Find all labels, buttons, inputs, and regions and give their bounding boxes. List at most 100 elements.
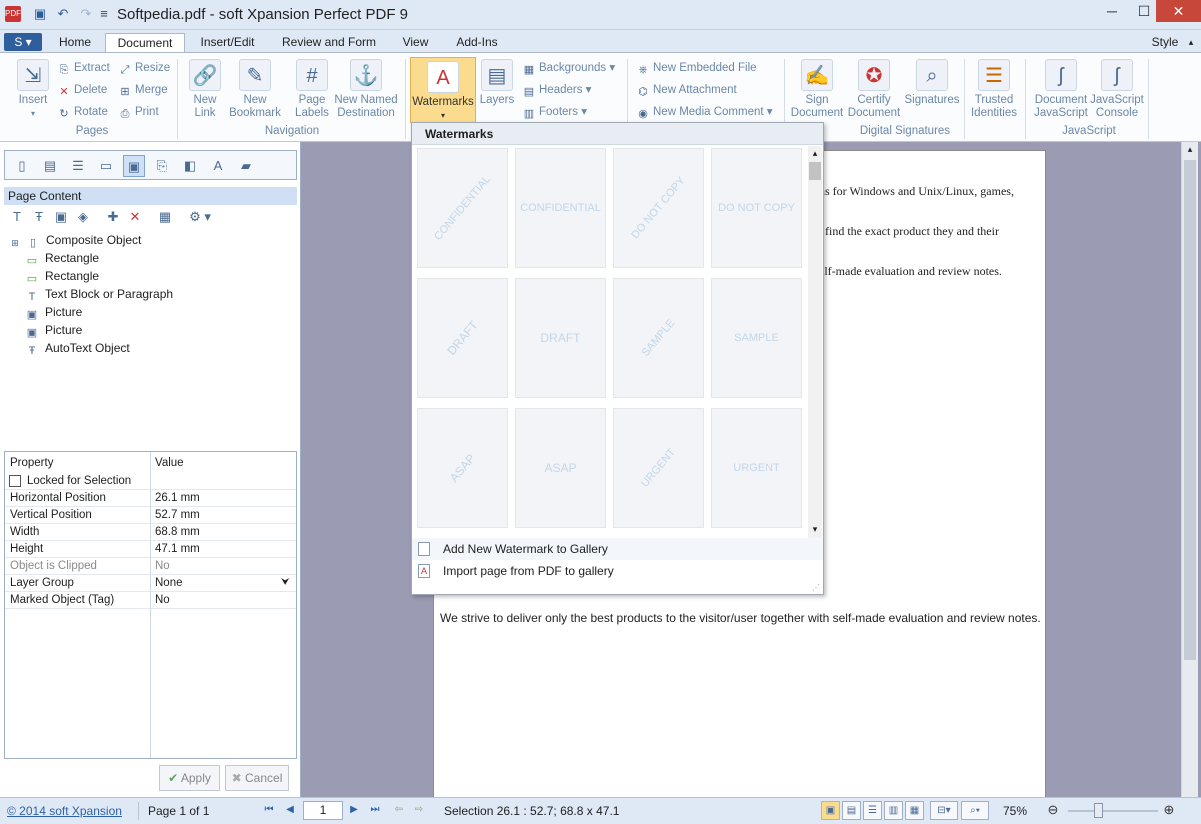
app-menu-button[interactable]: S ▾: [4, 33, 42, 51]
new-attachment-button[interactable]: ⌬ New Attachment: [636, 81, 737, 99]
headers-button[interactable]: ▤ Headers ▾: [522, 81, 592, 99]
save-icon[interactable]: ▣: [32, 6, 48, 22]
property-value[interactable]: None: [155, 575, 183, 591]
new-bookmark-button[interactable]: ✎ New Bookmark: [226, 59, 284, 120]
page-content-icon[interactable]: ▣: [123, 155, 145, 177]
zoom-slider-thumb[interactable]: [1094, 803, 1103, 818]
undo-icon[interactable]: ↶: [55, 6, 71, 22]
cancel-button[interactable]: ✖ Cancel: [225, 765, 289, 791]
continuous-view-icon[interactable]: ▤: [842, 801, 861, 820]
tab-view[interactable]: View: [393, 33, 438, 52]
property-row[interactable]: Horizontal Position 26.1 mm: [5, 490, 296, 507]
extract-button[interactable]: ⎘ Extract: [57, 59, 110, 77]
zoom-out-icon[interactable]: ⊖: [1044, 801, 1062, 819]
customize-quick-access-icon[interactable]: ≡: [96, 6, 112, 22]
tree-item[interactable]: ▭ Rectangle: [24, 249, 99, 267]
minimize-button[interactable]: ─: [1096, 0, 1128, 22]
javascript-console-button[interactable]: ʃ JavaScript Console: [1090, 59, 1144, 120]
ribbon-collapse-icon[interactable]: ▴: [1183, 33, 1199, 52]
watermark-thumb[interactable]: CONFIDENTIAL: [417, 148, 508, 268]
scroll-thumb[interactable]: [809, 162, 821, 180]
property-row[interactable]: Width 68.8 mm: [5, 524, 296, 541]
watermark-thumb[interactable]: DRAFT: [417, 278, 508, 398]
redo-icon[interactable]: ↷: [78, 6, 94, 22]
scroll-up-icon[interactable]: ▴: [1183, 144, 1197, 158]
copyright-link[interactable]: © 2014 soft Xpansion: [7, 804, 122, 818]
tree-item[interactable]: ▭ Rectangle: [24, 267, 99, 285]
watermark-thumb[interactable]: DO NOT COPY: [613, 148, 704, 268]
bookmarks-icon[interactable]: ▭: [95, 155, 117, 177]
watermarks-button[interactable]: A Watermarks ▾: [410, 57, 476, 123]
layers-panel-icon[interactable]: ◧: [179, 155, 201, 177]
tree-item[interactable]: T Text Block or Paragraph: [24, 285, 173, 303]
watermark-thumb[interactable]: SAMPLE: [711, 278, 802, 398]
picture-tool-icon[interactable]: ▣: [50, 206, 72, 228]
zoom-slider-track[interactable]: [1068, 810, 1158, 812]
shape-tool-icon[interactable]: ◈: [72, 206, 94, 228]
last-page-icon[interactable]: ⏭: [366, 801, 384, 819]
new-link-button[interactable]: 🔗 New Link: [185, 59, 225, 120]
property-value[interactable]: No: [155, 592, 170, 608]
zoom-in-icon[interactable]: ⊕: [1160, 801, 1178, 819]
scroll-down-icon[interactable]: ▾: [809, 522, 821, 536]
tab-add-ins[interactable]: Add-Ins: [443, 33, 511, 52]
property-value[interactable]: 52.7 mm: [155, 507, 200, 523]
property-row[interactable]: Layer Group None ⮟: [5, 575, 296, 592]
rotate-button[interactable]: ↻ Rotate: [57, 103, 108, 121]
new-embedded-file-button[interactable]: ⎈ New Embedded File: [636, 59, 757, 77]
property-row[interactable]: Marked Object (Tag) No: [5, 592, 296, 609]
sign-document-button[interactable]: ✍ Sign Document: [788, 59, 846, 120]
watermark-thumb[interactable]: ASAP: [417, 408, 508, 528]
previous-page-icon[interactable]: ◀: [281, 801, 299, 819]
tree-item[interactable]: Ŧ AutoText Object: [24, 339, 130, 357]
book-view-icon[interactable]: ▥: [884, 801, 903, 820]
dropdown-arrow-icon[interactable]: ⮟: [281, 575, 290, 591]
vertical-scrollbar[interactable]: ▴: [1181, 142, 1198, 797]
select-all-icon[interactable]: ▦: [154, 206, 176, 228]
attachments-icon[interactable]: ⎘: [151, 155, 173, 177]
delete-object-icon[interactable]: ✕: [124, 206, 146, 228]
forward-icon[interactable]: ⇨: [410, 801, 428, 819]
locked-checkbox[interactable]: [9, 475, 21, 487]
scroll-thumb[interactable]: [1184, 160, 1196, 660]
style-menu[interactable]: Style: [1146, 33, 1184, 52]
layers-button[interactable]: ▤ Layers: [479, 59, 515, 107]
autotext-tool-icon[interactable]: Ŧ: [28, 206, 50, 228]
tab-document[interactable]: Document: [105, 33, 185, 52]
watermark-thumb[interactable]: SAMPLE: [613, 278, 704, 398]
footers-button[interactable]: ▥ Footers ▾: [522, 103, 587, 121]
new-object-icon[interactable]: ✚: [102, 206, 124, 228]
back-icon[interactable]: ⇦: [390, 801, 408, 819]
watermark-thumb[interactable]: URGENT: [711, 408, 802, 528]
print-button[interactable]: ⎙ Print: [118, 103, 159, 121]
insert-button[interactable]: ⇲ Insert ▾: [12, 59, 54, 120]
resize-grip-icon[interactable]: ⋰: [812, 583, 820, 592]
certify-document-button[interactable]: ✪ Certify Document: [846, 59, 902, 120]
property-value[interactable]: 68.8 mm: [155, 524, 200, 540]
document-javascript-button[interactable]: ʃ Document JavaScript: [1032, 59, 1090, 120]
page-number-input[interactable]: 1: [303, 801, 343, 820]
object-options-icon[interactable]: ⚙ ▾: [184, 206, 216, 228]
tab-home[interactable]: Home: [47, 33, 103, 52]
page-list-icon[interactable]: ▤: [39, 155, 61, 177]
text-tool-icon[interactable]: T: [6, 206, 28, 228]
property-value[interactable]: 47.1 mm: [155, 541, 200, 557]
next-page-icon[interactable]: ▶: [345, 801, 363, 819]
trusted-identities-button[interactable]: ☰ Trusted Identities: [967, 59, 1021, 120]
merge-button[interactable]: ⊞ Merge: [118, 81, 167, 99]
tree-item[interactable]: ▣ Picture: [24, 321, 83, 339]
tab-review-and-form[interactable]: Review and Form: [270, 33, 388, 52]
tab-insert-edit[interactable]: Insert/Edit: [190, 33, 265, 52]
scroll-up-icon[interactable]: ▴: [809, 146, 821, 160]
single-page-view-icon[interactable]: ▣: [821, 801, 840, 820]
fit-mode-icon[interactable]: ⊟▾: [930, 801, 958, 820]
signatures-button[interactable]: ⌕ Signatures: [903, 59, 961, 107]
watermark-thumb[interactable]: DO NOT COPY: [711, 148, 802, 268]
close-button[interactable]: ✕: [1156, 0, 1201, 22]
new-media-comment-button[interactable]: ◉ New Media Comment ▾: [636, 103, 772, 121]
pages-view-icon[interactable]: ▯: [11, 155, 33, 177]
first-page-icon[interactable]: ⏮: [260, 801, 278, 819]
expand-icon[interactable]: ⊞: [10, 236, 20, 250]
property-value[interactable]: 26.1 mm: [155, 490, 200, 506]
outline-icon[interactable]: ☰: [67, 155, 89, 177]
